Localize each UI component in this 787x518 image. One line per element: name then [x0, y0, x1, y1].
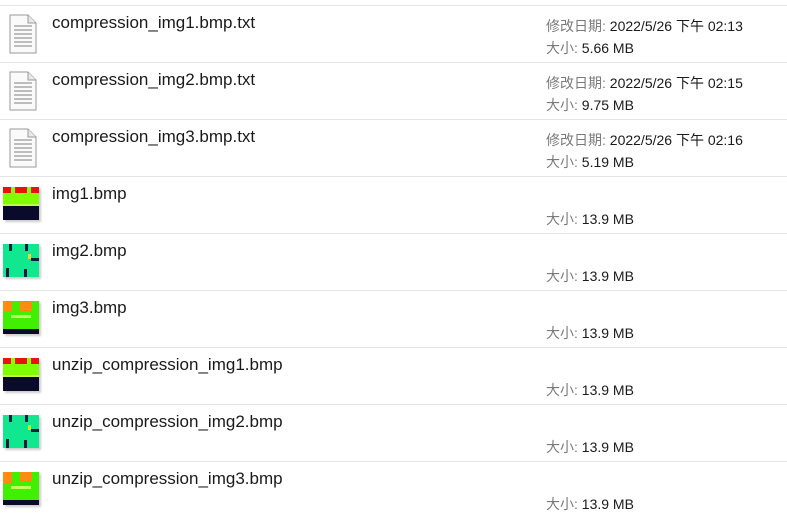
file-name[interactable]: unzip_compression_img3.bmp: [52, 469, 283, 489]
modified-value: 2022/5/26 下午 02:13: [609, 18, 743, 34]
file-item[interactable]: img3.bmp 大小: 13.9 MB: [0, 290, 787, 347]
file-size: 大小: 13.9 MB: [546, 380, 634, 400]
text-file-icon: [4, 14, 40, 54]
file-item[interactable]: img2.bmp 大小: 13.9 MB: [0, 233, 787, 290]
image-thumbnail-icon: [3, 301, 39, 334]
file-item[interactable]: compression_img1.bmp.txt 修改日期: 2022/5/26 …: [0, 5, 787, 62]
file-item[interactable]: img1.bmp 大小: 13.9 MB: [0, 176, 787, 233]
size-value: 13.9 MB: [581, 496, 634, 512]
text-file-icon: [4, 128, 40, 168]
image-thumbnail-icon: [3, 358, 39, 391]
size-value: 5.66 MB: [581, 40, 634, 56]
file-size: 大小: 13.9 MB: [546, 494, 634, 514]
size-label: 大小:: [546, 268, 578, 284]
size-label: 大小:: [546, 325, 578, 341]
size-value: 13.9 MB: [581, 382, 634, 398]
modified-label: 修改日期:: [546, 132, 606, 148]
file-item[interactable]: compression_img2.bmp.txt 修改日期: 2022/5/26 …: [0, 62, 787, 119]
file-size: 大小: 5.19 MB: [546, 152, 634, 172]
image-thumbnail-icon: [3, 472, 39, 505]
file-size: 大小: 13.9 MB: [546, 266, 634, 286]
size-value: 13.9 MB: [581, 268, 634, 284]
file-item[interactable]: unzip_compression_img2.bmp 大小: 13.9 MB: [0, 404, 787, 461]
size-value: 13.9 MB: [581, 211, 634, 227]
modified-value: 2022/5/26 下午 02:15: [609, 75, 743, 91]
modified-label: 修改日期:: [546, 75, 606, 91]
file-name[interactable]: img2.bmp: [52, 241, 127, 261]
file-size: 大小: 13.9 MB: [546, 323, 634, 343]
image-thumbnail-icon: [3, 244, 39, 277]
modified-date: 修改日期: 2022/5/26 下午 02:16: [546, 130, 743, 150]
file-list: compression_img1.bmp.txt 修改日期: 2022/5/26 …: [0, 5, 787, 518]
file-name[interactable]: compression_img3.bmp.txt: [52, 127, 255, 147]
size-value: 13.9 MB: [581, 325, 634, 341]
file-size: 大小: 13.9 MB: [546, 437, 634, 457]
file-name[interactable]: img1.bmp: [52, 184, 127, 204]
file-name[interactable]: unzip_compression_img2.bmp: [52, 412, 283, 432]
size-label: 大小:: [546, 154, 578, 170]
file-name[interactable]: compression_img1.bmp.txt: [52, 13, 255, 33]
file-size: 大小: 9.75 MB: [546, 95, 634, 115]
file-name[interactable]: img3.bmp: [52, 298, 127, 318]
file-name[interactable]: unzip_compression_img1.bmp: [52, 355, 283, 375]
size-label: 大小:: [546, 439, 578, 455]
size-value: 9.75 MB: [581, 97, 634, 113]
modified-label: 修改日期:: [546, 18, 606, 34]
image-thumbnail-icon: [3, 187, 39, 220]
modified-value: 2022/5/26 下午 02:16: [609, 132, 743, 148]
size-value: 5.19 MB: [581, 154, 634, 170]
file-name[interactable]: compression_img2.bmp.txt: [52, 70, 255, 90]
text-file-icon: [4, 71, 40, 111]
image-thumbnail-icon: [3, 415, 39, 448]
file-size: 大小: 5.66 MB: [546, 38, 634, 58]
modified-date: 修改日期: 2022/5/26 下午 02:13: [546, 16, 743, 36]
file-size: 大小: 13.9 MB: [546, 209, 634, 229]
file-item[interactable]: compression_img3.bmp.txt 修改日期: 2022/5/26 …: [0, 119, 787, 176]
modified-date: 修改日期: 2022/5/26 下午 02:15: [546, 73, 743, 93]
size-label: 大小:: [546, 211, 578, 227]
size-label: 大小:: [546, 40, 578, 56]
size-label: 大小:: [546, 97, 578, 113]
size-label: 大小:: [546, 496, 578, 512]
size-label: 大小:: [546, 382, 578, 398]
file-item[interactable]: unzip_compression_img1.bmp 大小: 13.9 MB: [0, 347, 787, 404]
file-item[interactable]: unzip_compression_img3.bmp 大小: 13.9 MB: [0, 461, 787, 518]
size-value: 13.9 MB: [581, 439, 634, 455]
